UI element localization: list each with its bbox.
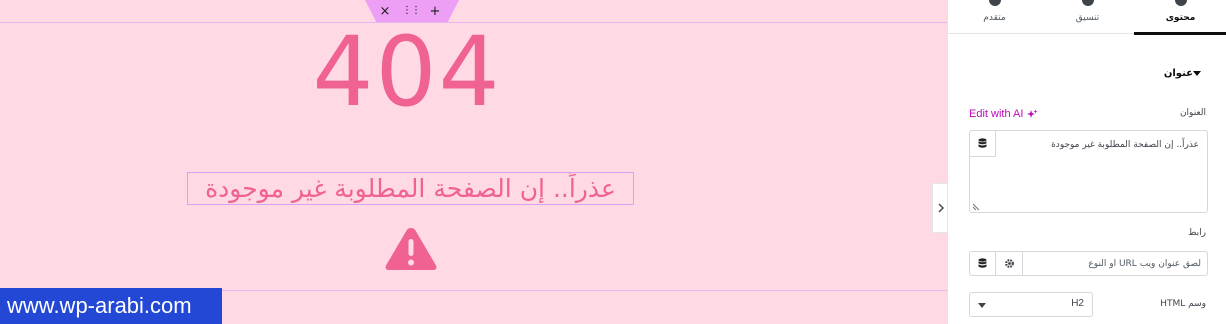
pencil-icon [1174,0,1187,6]
gear-icon [988,0,1001,6]
gear-icon [1004,259,1014,268]
tab-advanced-label: متقدم [983,13,1006,23]
resize-grip-icon[interactable] [972,203,980,211]
html-tag-selected-value: H2 [1071,298,1084,309]
database-icon [978,258,987,268]
heading-text: عذراً.. إن الصفحة المطلوبة غير موجودة [205,174,616,203]
section-title: عنوان [1163,67,1193,79]
title-label: العنوان [1179,108,1206,118]
preview-canvas: × ⋮⋮ + 404 عذراً.. إن الصفحة المطلوبة غي… [0,0,947,324]
link-field [969,251,1208,276]
caret-down-icon [1193,70,1201,76]
database-icon [978,138,987,148]
link-options-button[interactable] [996,252,1023,275]
section-toggle[interactable]: عنوان [948,62,1226,84]
half-circle-icon [1081,0,1094,6]
link-url-input[interactable] [1024,252,1207,275]
error-code-heading[interactable]: 404 [300,22,514,122]
link-dynamic-tags-button[interactable] [970,252,996,275]
chevron-down-icon [978,303,986,308]
html-tag-select[interactable]: H2 [969,292,1093,317]
tab-style[interactable]: تنسيق [1041,0,1134,34]
warning-icon[interactable] [384,226,438,272]
tab-style-label: تنسيق [1075,13,1100,23]
link-label: رابط [1188,228,1206,238]
panel-collapse-toggle[interactable] [932,183,948,233]
tab-content-label: محتوى [1165,13,1196,23]
editor-panel: محتوى تنسيق متقدم عنوان العنوان Edit wit… [947,0,1226,324]
html-tag-label: وسم HTML [1160,299,1206,309]
title-textarea-value: عذراً.. إن الصفحة المطلوبة غير موجودة [1051,140,1199,150]
edit-with-ai-label: Edit with AI [969,108,1024,120]
sparkle-icon [1027,109,1038,120]
tab-content[interactable]: محتوى [1134,0,1226,35]
edit-with-ai-button[interactable]: Edit with AI [969,106,1038,122]
site-watermark: www.wp-arabi.com [0,288,222,324]
chevron-right-icon [938,203,944,213]
tab-advanced[interactable]: متقدم [948,0,1041,34]
panel-tabs: محتوى تنسيق متقدم [948,0,1226,35]
dynamic-tags-button[interactable] [970,131,996,157]
heading-widget-selected[interactable]: عذراً.. إن الصفحة المطلوبة غير موجودة [187,172,634,205]
title-textarea[interactable]: عذراً.. إن الصفحة المطلوبة غير موجودة [969,130,1208,213]
